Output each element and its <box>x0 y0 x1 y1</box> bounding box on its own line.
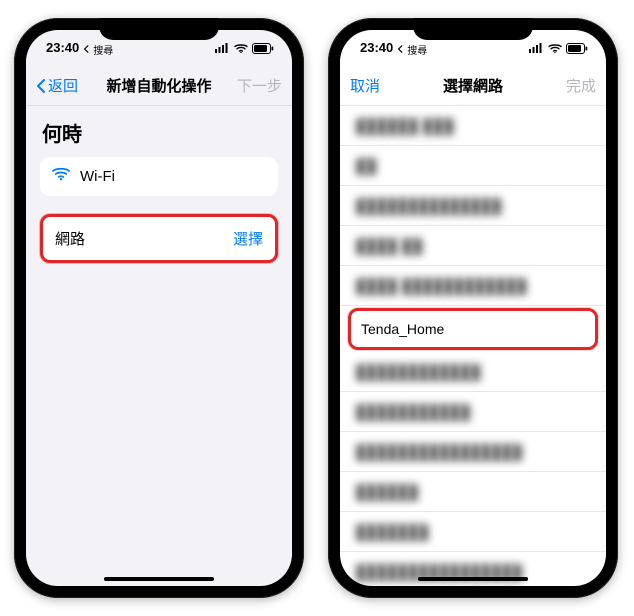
wifi-card[interactable]: Wi-Fi <box>40 157 278 196</box>
network-name: ██████ ███ <box>356 118 454 134</box>
status-search-crumb[interactable]: 搜尋 <box>397 42 427 57</box>
cancel-button[interactable]: 取消 <box>350 75 380 96</box>
network-item[interactable]: ████ ████████████ <box>340 266 606 306</box>
battery-icon <box>252 43 274 54</box>
status-indicators <box>215 43 274 54</box>
network-item-highlighted[interactable]: Tenda_Home <box>348 308 598 350</box>
back-button[interactable]: 返回 <box>36 75 78 96</box>
notch <box>413 18 533 40</box>
network-name: ███████████ <box>356 404 471 420</box>
status-indicators <box>529 43 588 54</box>
network-item[interactable]: ████████████ <box>340 352 606 392</box>
network-item[interactable]: ██████ <box>340 472 606 512</box>
battery-icon <box>566 43 588 54</box>
network-action[interactable]: 選擇 <box>233 228 263 249</box>
network-label: 網路 <box>55 228 85 249</box>
nav-bar: 返回 新增自動化操作 下一步 <box>26 66 292 106</box>
network-name: ██████ <box>356 484 419 500</box>
network-name: ██ <box>356 158 377 174</box>
status-search-crumb[interactable]: 搜尋 <box>83 42 113 57</box>
chevron-left-icon <box>83 45 91 53</box>
network-item[interactable]: ████████████████ <box>340 432 606 472</box>
wifi-icon <box>52 167 70 186</box>
signal-icon <box>529 43 544 53</box>
network-row[interactable]: 網路 選擇 <box>40 214 278 263</box>
network-item[interactable]: ███████████ <box>340 392 606 432</box>
network-list: ██████ ███████████████████████ ██████ ██… <box>340 106 606 586</box>
nav-title: 新增自動化操作 <box>90 75 228 96</box>
network-item[interactable]: ███████ <box>340 512 606 552</box>
network-item[interactable]: ██ <box>340 146 606 186</box>
network-item[interactable]: ████ ██ <box>340 226 606 266</box>
network-name: ████ ██ <box>356 238 423 254</box>
status-search-label: 搜尋 <box>93 42 113 57</box>
wifi-label: Wi-Fi <box>80 168 115 185</box>
home-indicator[interactable] <box>104 577 214 581</box>
network-name: Tenda_Home <box>361 321 444 337</box>
nav-bar: 取消 選擇網路 完成 <box>340 66 606 106</box>
phone-left: 23:40 搜尋 返回 新增自動化操作 下一步 <box>14 18 304 598</box>
network-item[interactable]: ██████ ███ <box>340 106 606 146</box>
chevron-left-icon <box>36 78 46 94</box>
status-time: 23:40 <box>46 40 79 55</box>
back-label: 返回 <box>48 75 78 96</box>
signal-icon <box>215 43 230 53</box>
network-item[interactable]: ██████████████ <box>340 186 606 226</box>
network-name: ████ ████████████ <box>356 278 527 294</box>
notch <box>99 18 219 40</box>
phone-right: 23:40 搜尋 取消 選擇網路 完成 █████ <box>328 18 618 598</box>
status-time: 23:40 <box>360 40 393 55</box>
network-name: ████████████ <box>356 364 481 380</box>
next-button: 下一步 <box>237 75 282 96</box>
status-search-label: 搜尋 <box>407 42 427 57</box>
nav-title: 選擇網路 <box>404 75 542 96</box>
network-name: ███████ <box>356 524 429 540</box>
section-label-when: 何時 <box>26 106 292 153</box>
home-indicator[interactable] <box>418 577 528 581</box>
done-button: 完成 <box>566 75 596 96</box>
network-name: ██████████████ <box>356 198 502 214</box>
network-name: ████████████████ <box>356 444 523 460</box>
chevron-left-icon <box>397 45 405 53</box>
wifi-status-icon <box>548 43 562 53</box>
wifi-status-icon <box>234 43 248 53</box>
